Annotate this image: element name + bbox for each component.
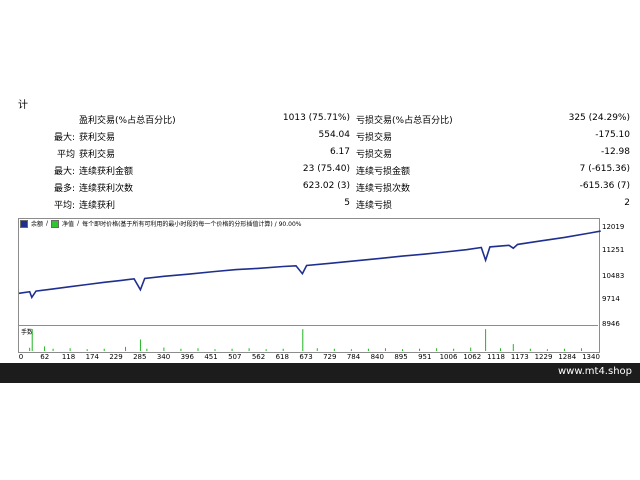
x-tick-label: 340 xyxy=(156,353,171,361)
stat-prefix: 平均 xyxy=(56,150,75,160)
stat-label-2: 亏损交易 xyxy=(356,150,393,160)
stat-value: 554.04 xyxy=(318,130,351,140)
stat-label: 盈利交易(%占总百分比) xyxy=(79,116,176,126)
stat-label: 连续获利次数 xyxy=(79,184,134,194)
x-tick-label: 451 xyxy=(204,353,218,361)
x-tick-label: 118 xyxy=(61,353,76,361)
stat-value: 6.17 xyxy=(329,147,350,157)
x-tick-label: 1340 xyxy=(582,353,600,361)
x-tick-label: 0 xyxy=(18,353,24,361)
x-tick-label: 1062 xyxy=(463,353,482,361)
stat-value-2: 7 (-615.36) xyxy=(579,164,630,174)
x-tick-label: 729 xyxy=(323,353,337,361)
balance-swatch xyxy=(20,219,28,228)
x-tick-label: 1229 xyxy=(534,353,553,361)
watermark-text: www.mt4.shop xyxy=(557,366,632,377)
y-tick-label: 10483 xyxy=(602,272,625,280)
volume-panel xyxy=(18,325,598,352)
legend-text: 每个即时价格(基于所有可利用的最小时段的每一个价格的分形插值计算) / 90.0… xyxy=(82,221,302,228)
x-tick-label: 1118 xyxy=(487,353,505,361)
x-tick-label: 229 xyxy=(109,353,123,361)
y-tick-label: 11251 xyxy=(602,246,625,254)
stat-value-2: -615.36 (7) xyxy=(579,181,630,191)
stat-prefix: 最大: xyxy=(53,133,75,143)
stat-value-2: -12.98 xyxy=(600,147,630,157)
legend-equity-label: 净值 xyxy=(62,221,75,228)
stat-value: 23 (75.40) xyxy=(302,164,350,174)
x-tick-label: 285 xyxy=(133,353,147,361)
x-tick-label: 895 xyxy=(394,353,408,361)
stat-value: 1013 (75.71%) xyxy=(282,113,350,123)
stat-label: 连续获利金额 xyxy=(79,167,134,177)
stat-label: 获利交易 xyxy=(79,150,116,160)
x-tick-label: 784 xyxy=(346,353,361,361)
stat-prefix: 最多: xyxy=(53,184,75,194)
x-tick-label: 562 xyxy=(251,353,266,361)
stat-value-2: 325 (24.29%) xyxy=(568,113,630,123)
stat-label: 获利交易 xyxy=(79,133,116,143)
stat-value: 623.02 (3) xyxy=(302,181,350,191)
legend-balance-label: 余额 xyxy=(31,221,44,228)
section-title: 计 xyxy=(18,100,28,111)
x-tick-label: 507 xyxy=(228,353,242,361)
x-tick-label: 396 xyxy=(180,353,194,361)
x-tick-label: 174 xyxy=(85,353,99,361)
stat-value-2: 2 xyxy=(624,198,630,208)
chart-legend: 余额 / 净值 / 每个即时价格(基于所有可利用的最小时段的每一个价格的分形插值… xyxy=(20,219,302,228)
stat-label: 连续获利 xyxy=(79,201,116,211)
stat-prefix: 最大: xyxy=(53,167,75,177)
stat-label-2: 连续亏损金额 xyxy=(356,167,411,177)
stat-label-2: 连续亏损次数 xyxy=(356,184,411,194)
x-tick-label: 1284 xyxy=(558,353,577,361)
y-tick-label: 12019 xyxy=(602,223,625,231)
x-tick-label: 840 xyxy=(370,353,384,361)
equity-swatch xyxy=(51,219,60,228)
x-tick-label: 1006 xyxy=(439,353,458,361)
stat-label-2: 亏损交易 xyxy=(356,133,393,143)
stat-value-2: -175.10 xyxy=(595,130,630,140)
x-tick-label: 62 xyxy=(40,353,50,361)
x-tick-label: 673 xyxy=(299,353,313,361)
stat-label-2: 连续亏损 xyxy=(356,201,393,211)
stat-label-2: 亏损交易(%占总百分比) xyxy=(356,116,453,126)
stat-prefix: 平均: xyxy=(53,201,75,211)
volume-label: 手数 xyxy=(21,329,34,336)
x-tick-label: 1173 xyxy=(510,353,529,361)
y-tick-label: 9714 xyxy=(602,295,620,303)
y-tick-label: 8946 xyxy=(602,320,620,328)
x-tick-label: 618 xyxy=(275,353,289,361)
stat-value: 5 xyxy=(344,198,350,208)
footer-bar xyxy=(0,363,640,383)
x-tick-label: 951 xyxy=(418,353,432,361)
